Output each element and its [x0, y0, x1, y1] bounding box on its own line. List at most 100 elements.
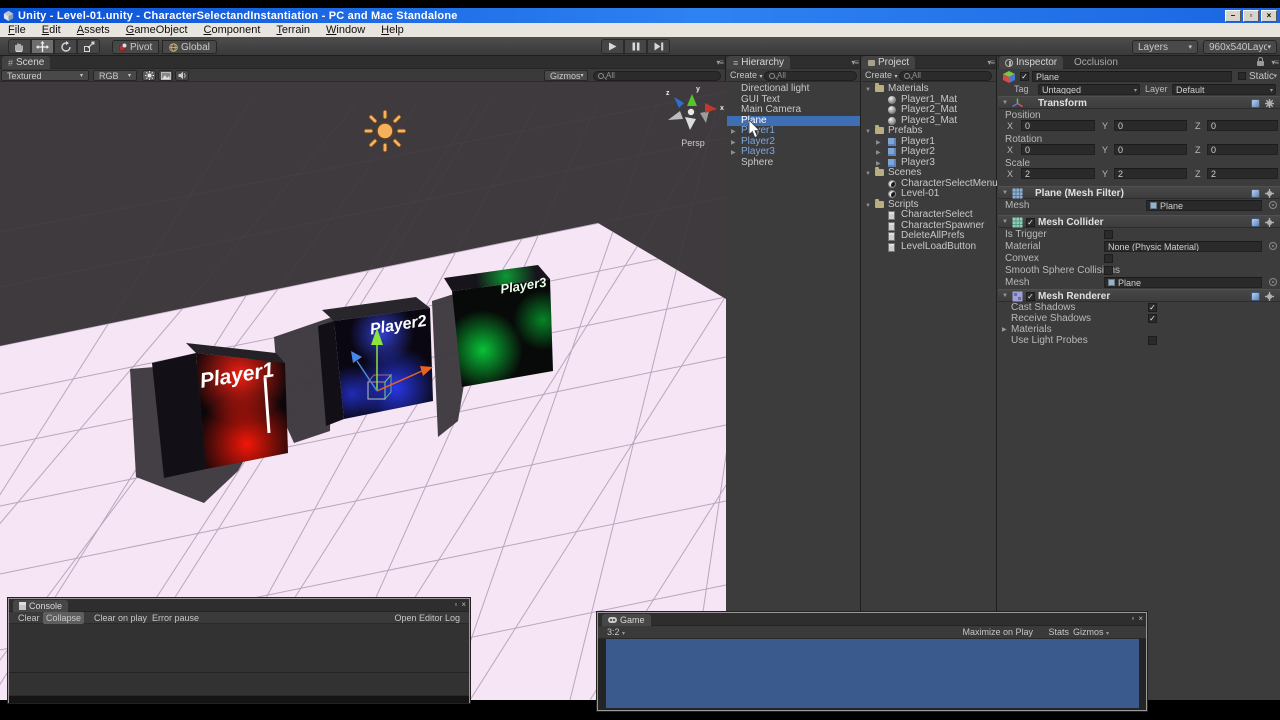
minimize-button[interactable]: –: [1225, 9, 1241, 22]
chevron-down-icon[interactable]: ▾: [1273, 72, 1277, 80]
foldout-icon[interactable]: ▼: [1002, 100, 1008, 106]
maximize-on-play-button[interactable]: Maximize on Play: [959, 626, 1036, 639]
collider-mesh-field[interactable]: Plane: [1104, 276, 1262, 288]
gear-icon[interactable]: [1265, 292, 1274, 301]
layout-dropdown[interactable]: 960x540Layou ▾: [1203, 40, 1277, 54]
menu-component[interactable]: Component: [196, 23, 269, 37]
mesh-collider-header[interactable]: ▼ ✓ Mesh Collider: [998, 215, 1280, 228]
help-book-icon[interactable]: [1251, 98, 1260, 108]
menu-gameobject[interactable]: GameObject: [118, 23, 196, 37]
console-clear-button[interactable]: Clear: [15, 612, 43, 624]
restore-button[interactable]: ▫: [1243, 9, 1259, 22]
hierarchy-create-button[interactable]: Create ▾: [730, 70, 763, 80]
gear-icon[interactable]: [1265, 189, 1274, 198]
mesh-renderer-header[interactable]: ▼ ✓ Mesh Renderer: [998, 289, 1280, 302]
game-render-view[interactable]: [606, 639, 1139, 708]
help-book-icon[interactable]: [1251, 188, 1260, 198]
menu-window[interactable]: Window: [318, 23, 373, 37]
object-picker-icon[interactable]: [1269, 278, 1277, 286]
project-create-button[interactable]: Create ▾: [865, 70, 898, 80]
color-mode-dropdown[interactable]: RGB ▾: [93, 70, 137, 81]
tab-console[interactable]: Console: [13, 600, 69, 612]
project-item-player2-prefab[interactable]: ▶ Player2: [862, 146, 996, 158]
scene-search-input[interactable]: All: [593, 70, 721, 81]
help-book-icon[interactable]: [1251, 217, 1260, 227]
position-x-field[interactable]: 0: [1021, 120, 1095, 131]
position-y-field[interactable]: 0: [1114, 120, 1187, 131]
hierarchy-item-player3[interactable]: ▶ Player3: [727, 146, 860, 158]
close-icon[interactable]: ×: [1138, 614, 1143, 623]
hand-tool-button[interactable]: [8, 39, 31, 54]
physic-material-field[interactable]: None (Physic Material): [1104, 240, 1262, 252]
mesh-collider-enabled-checkbox[interactable]: ✓: [1026, 218, 1035, 227]
panel-menu-icon[interactable]: ▾≡: [716, 58, 724, 67]
project-item-characterselect[interactable]: CharacterSelect: [862, 209, 996, 221]
project-folder-materials[interactable]: ▼ Materials: [862, 83, 996, 95]
layer-dropdown[interactable]: Default ▾: [1172, 84, 1276, 95]
gear-icon[interactable]: [1265, 99, 1274, 108]
hierarchy-item-player1[interactable]: ▶ Player1: [727, 125, 860, 137]
hierarchy-item-sphere[interactable]: Sphere: [727, 157, 860, 169]
stats-button[interactable]: Stats: [1045, 626, 1072, 639]
step-button[interactable]: [647, 39, 670, 54]
directional-light-gizmo[interactable]: [363, 109, 407, 153]
project-item-player2-mat[interactable]: Player2_Mat: [862, 104, 996, 116]
console-log-area[interactable]: [9, 624, 469, 672]
static-checkbox[interactable]: [1238, 72, 1246, 80]
is-trigger-checkbox[interactable]: [1104, 229, 1113, 239]
scale-z-field[interactable]: 2: [1207, 168, 1278, 179]
project-item-level-01[interactable]: Level-01: [862, 188, 996, 200]
cast-shadows-checkbox[interactable]: ✓: [1148, 302, 1157, 312]
tab-hierarchy[interactable]: ≡ Hierarchy: [727, 56, 791, 69]
project-item-player3-mat[interactable]: Player3_Mat: [862, 115, 996, 127]
render-mode-dropdown[interactable]: Textured ▾: [1, 70, 89, 81]
persp-label[interactable]: Persp: [681, 138, 705, 148]
cube-player3[interactable]: Player3: [444, 265, 553, 387]
gear-icon[interactable]: [1265, 218, 1274, 227]
foldout-icon[interactable]: ▼: [1002, 190, 1008, 196]
console-open-editor-log-button[interactable]: Open Editor Log: [391, 612, 463, 624]
project-item-player3-prefab[interactable]: ▶ Player3: [862, 157, 996, 169]
project-item-deleteallprefs[interactable]: DeleteAllPrefs: [862, 230, 996, 242]
tab-inspector[interactable]: Inspector: [999, 56, 1064, 69]
menu-terrain[interactable]: Terrain: [268, 23, 318, 37]
hierarchy-item-main-camera[interactable]: Main Camera: [727, 104, 860, 116]
foldout-icon[interactable]: ▼: [1002, 293, 1008, 299]
menu-help[interactable]: Help: [373, 23, 412, 37]
tab-game[interactable]: Game: [602, 614, 651, 626]
rotation-z-field[interactable]: 0: [1207, 144, 1278, 155]
scale-y-field[interactable]: 2: [1114, 168, 1187, 179]
mesh-filter-header[interactable]: ▼ Plane (Mesh Filter): [998, 186, 1280, 199]
mesh-renderer-enabled-checkbox[interactable]: ✓: [1026, 292, 1035, 301]
project-folder-scenes[interactable]: ▼ Scenes: [862, 167, 996, 179]
object-picker-icon[interactable]: [1269, 242, 1277, 250]
light-probes-checkbox[interactable]: [1148, 335, 1157, 345]
help-book-icon[interactable]: [1251, 291, 1260, 301]
panel-menu-icon[interactable]: ▾≡: [851, 58, 859, 67]
panel-menu-icon[interactable]: ▾≡: [1271, 58, 1279, 67]
tab-scene[interactable]: # Scene: [2, 56, 51, 69]
pivot-toggle[interactable]: Pivot: [112, 40, 160, 54]
menu-assets[interactable]: Assets: [69, 23, 118, 37]
object-picker-icon[interactable]: [1269, 201, 1277, 209]
mesh-object-field[interactable]: Plane: [1146, 200, 1262, 211]
global-toggle[interactable]: Global: [162, 40, 217, 54]
project-folder-prefabs[interactable]: ▼ Prefabs: [862, 125, 996, 137]
foldout-icon[interactable]: ▼: [1002, 219, 1008, 225]
rotation-y-field[interactable]: 0: [1114, 144, 1187, 155]
restore-icon[interactable]: ▫: [1131, 614, 1134, 623]
project-item-levelloadbutton[interactable]: LevelLoadButton: [862, 241, 996, 253]
menu-file[interactable]: File: [0, 23, 34, 37]
project-search-input[interactable]: All: [899, 70, 992, 81]
lock-icon[interactable]: [1257, 57, 1264, 66]
close-button[interactable]: ×: [1261, 9, 1277, 22]
tab-project[interactable]: Project: [862, 56, 916, 69]
scale-tool-button[interactable]: [77, 39, 100, 54]
scene-effects-toggle[interactable]: [158, 70, 173, 81]
tag-dropdown[interactable]: Untagged ▾: [1038, 84, 1140, 95]
play-button[interactable]: [601, 39, 624, 54]
scale-x-field[interactable]: 2: [1021, 168, 1095, 179]
scene-audio-toggle[interactable]: [175, 70, 189, 81]
rotate-tool-button[interactable]: [54, 39, 77, 54]
restore-icon[interactable]: ▫: [454, 600, 457, 609]
